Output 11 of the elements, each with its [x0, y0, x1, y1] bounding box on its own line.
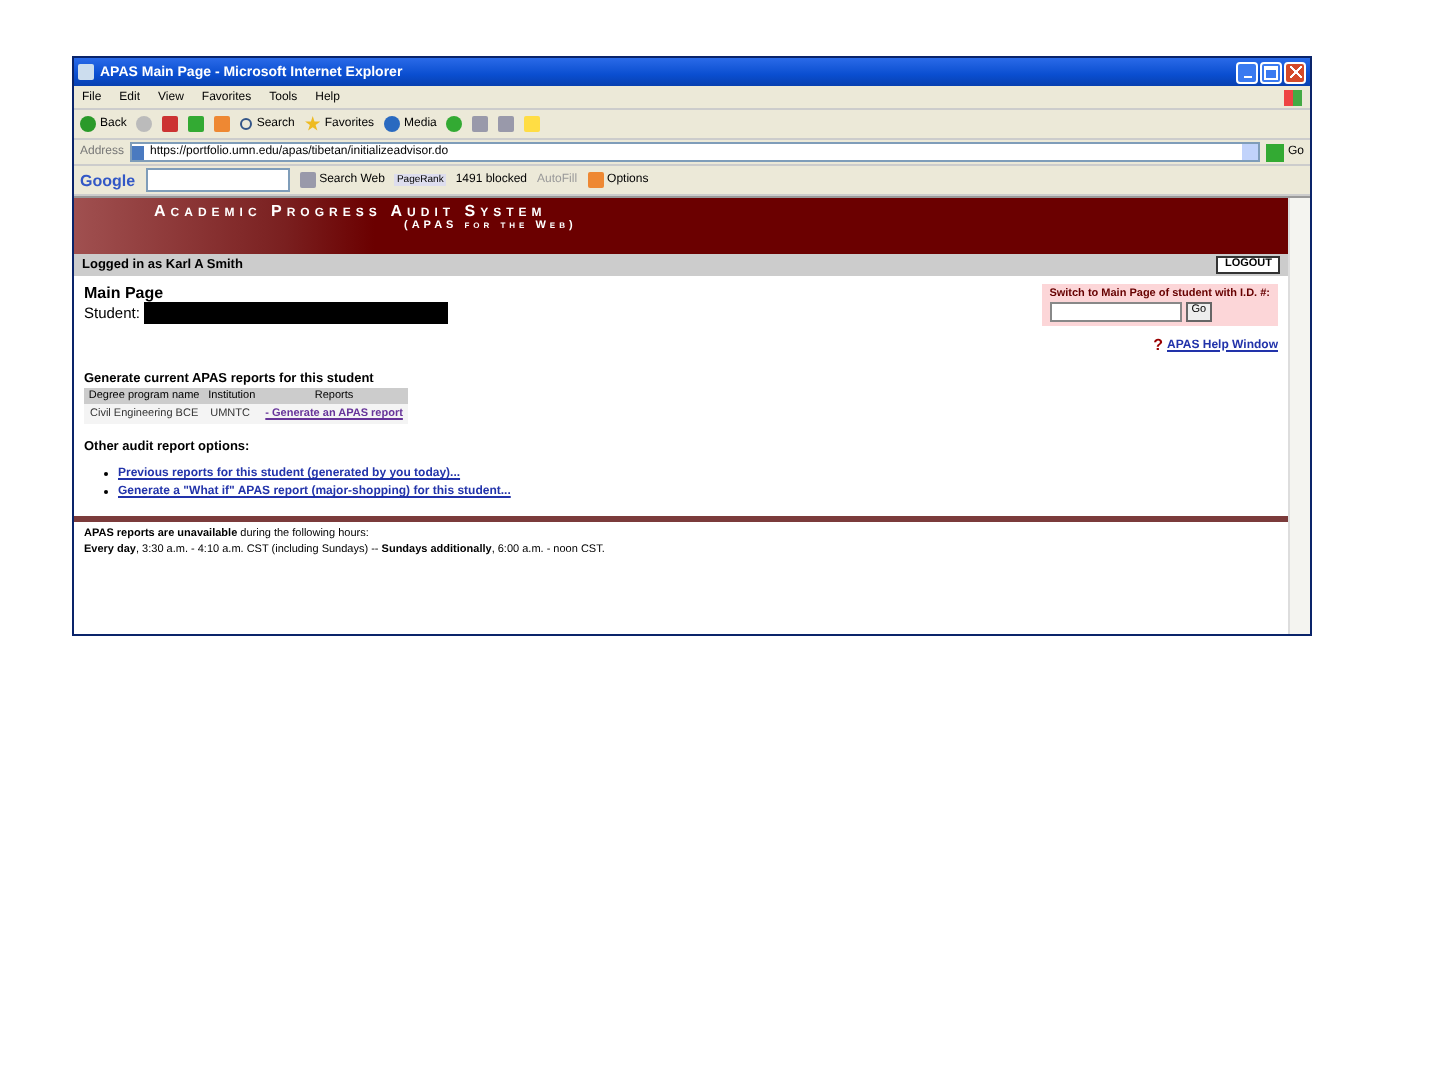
close-button[interactable]: [1284, 61, 1306, 83]
banner-title: Academic Progress Audit System: [154, 202, 549, 220]
forward-button[interactable]: [136, 116, 153, 132]
student-id-field[interactable]: [1049, 302, 1182, 322]
google-search-field[interactable]: [145, 168, 290, 192]
page-heading: Main Page: [84, 284, 166, 302]
google-logo: Google: [80, 171, 136, 189]
maximize-button[interactable]: [1260, 61, 1282, 83]
minimize-button[interactable]: [1236, 61, 1258, 83]
scrollbar[interactable]: [1288, 198, 1310, 634]
help-icon: ?: [1153, 336, 1163, 354]
